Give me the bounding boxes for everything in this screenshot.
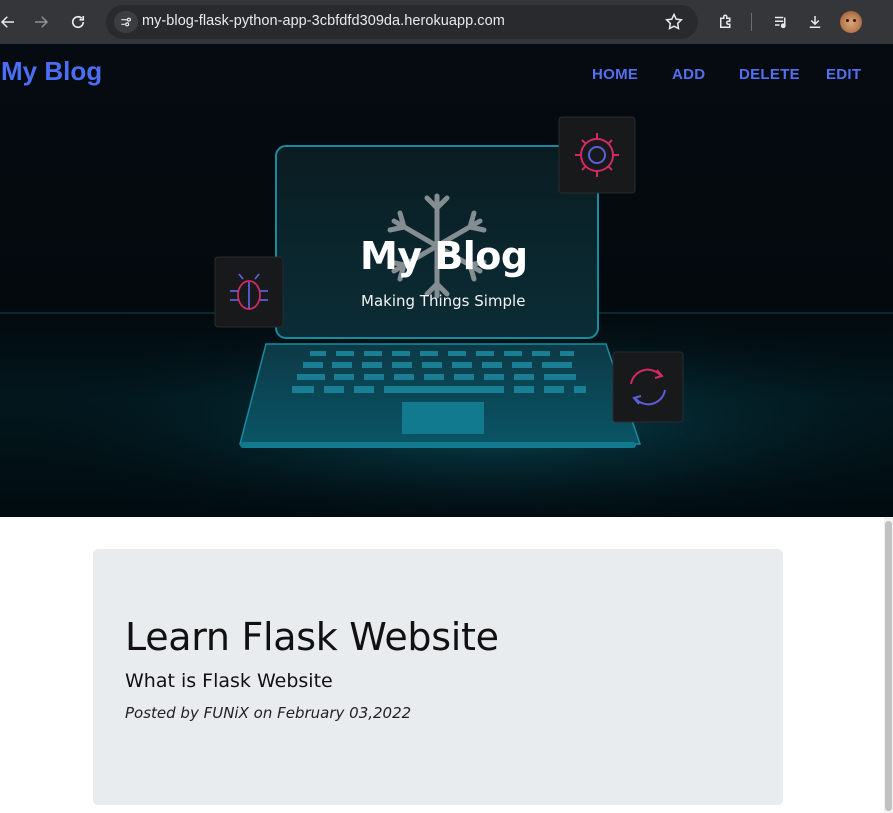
nav-add-link[interactable]: ADD: [672, 66, 705, 83]
toolbar-divider: [751, 13, 752, 31]
site-info-icon[interactable]: [114, 11, 138, 33]
post-card[interactable]: Learn Flask Website What is Flask Websit…: [93, 549, 783, 805]
back-icon[interactable]: [0, 8, 22, 36]
bookmark-star-icon[interactable]: [664, 12, 684, 32]
hero-banner: My Blog HOME ADD DELETE EDIT My Blog Mak…: [0, 44, 893, 517]
nav-delete-link[interactable]: DELETE: [739, 66, 800, 83]
post-subtitle: What is Flask Website: [125, 670, 333, 692]
hero-subtitle: Making Things Simple: [361, 292, 526, 310]
laptop-illustration: [0, 116, 893, 517]
page-scrollbar[interactable]: [884, 517, 893, 813]
post-title[interactable]: Learn Flask Website: [125, 615, 499, 659]
nav-edit-link[interactable]: EDIT: [826, 66, 861, 83]
nav-home-link[interactable]: HOME: [592, 66, 638, 83]
brand-logo[interactable]: My Blog: [1, 56, 102, 87]
forward-icon[interactable]: [27, 8, 55, 36]
media-controls-icon[interactable]: [767, 8, 795, 36]
scrollbar-thumb[interactable]: [885, 521, 892, 811]
hero-title: My Blog: [360, 234, 528, 278]
reload-icon[interactable]: [64, 8, 92, 36]
browser-toolbar: my-blog-flask-python-app-3cbfdfd309da.he…: [0, 0, 893, 44]
download-icon[interactable]: [801, 8, 829, 36]
post-meta: Posted by FUNiX on February 03,2022: [125, 704, 412, 722]
profile-avatar[interactable]: [840, 11, 862, 33]
address-bar[interactable]: my-blog-flask-python-app-3cbfdfd309da.he…: [106, 5, 698, 39]
extensions-icon[interactable]: [712, 8, 740, 36]
url-text[interactable]: my-blog-flask-python-app-3cbfdfd309da.he…: [142, 13, 505, 29]
